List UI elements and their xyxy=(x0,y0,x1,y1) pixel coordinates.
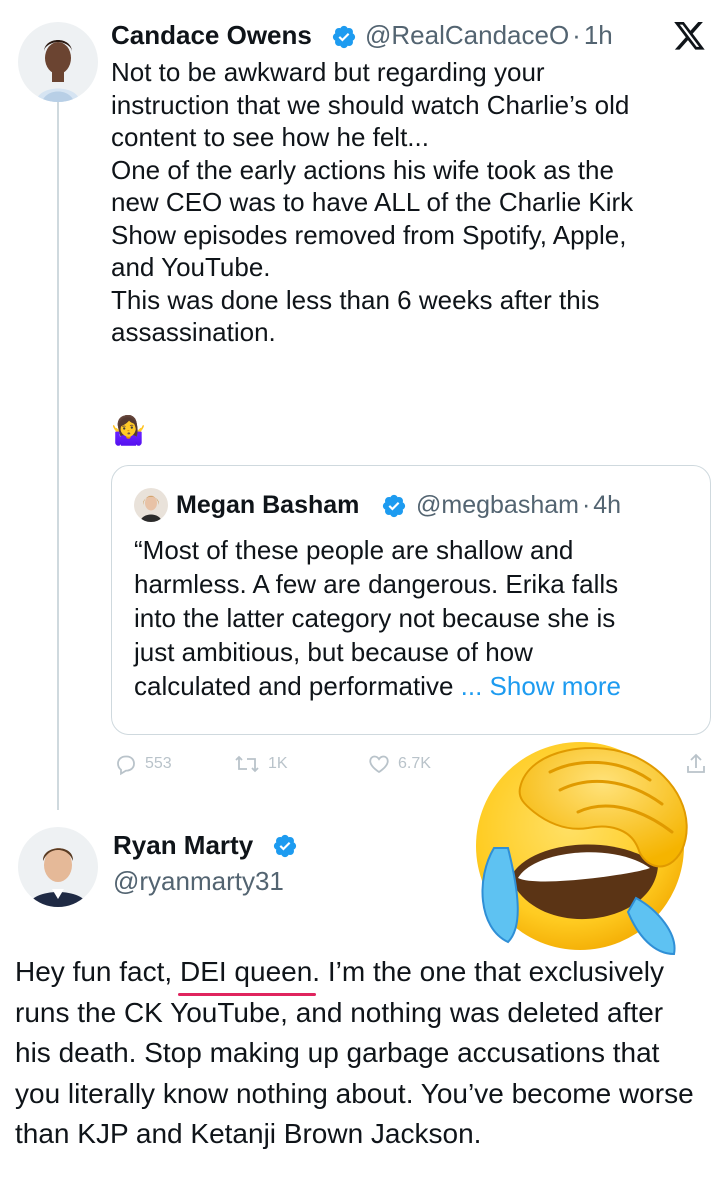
quote-time[interactable]: 4h xyxy=(593,491,621,519)
thread-line xyxy=(57,98,59,810)
reply-count: 553 xyxy=(145,755,172,772)
x-logo-icon[interactable] xyxy=(674,22,706,56)
reply-text-before: Hey fun fact, xyxy=(15,956,180,987)
tweet-author-name[interactable]: Candace Owens xyxy=(111,20,312,51)
like-count: 6.7K xyxy=(398,755,431,772)
show-more-link[interactable]: ... Show more xyxy=(461,671,621,701)
reply-icon xyxy=(113,752,139,776)
quote-meta: @megbasham · 4h xyxy=(416,491,621,520)
quote-author-name[interactable]: Megan Basham xyxy=(176,491,359,520)
meta-separator: · xyxy=(572,20,581,50)
reply-text: Hey fun fact, DEI queen. I’m the one tha… xyxy=(15,952,695,1155)
tweet-text: Not to be awkward but regarding your ins… xyxy=(111,57,634,347)
tweet-emoji: 🤷‍♀️ xyxy=(111,415,146,446)
heart-icon xyxy=(366,752,392,776)
quote-line: harmless. A few are dangerous. Erika fal… xyxy=(134,569,619,599)
quote-line: into the latter category not because she… xyxy=(134,603,616,633)
face-palm-crying-laughing-emoji xyxy=(468,728,700,960)
underlined-phrase: DEI queen xyxy=(177,952,317,995)
avatar-candace[interactable] xyxy=(18,22,98,102)
quote-author-handle[interactable]: @megbasham xyxy=(416,491,579,519)
reply-author-handle[interactable]: @ryanmarty31 xyxy=(113,866,284,897)
quote-line: just ambitious, but because of how xyxy=(134,637,533,667)
avatar-megan[interactable] xyxy=(134,488,168,522)
tweet-meta: @RealCandaceO · 1h xyxy=(365,20,613,51)
quote-line-last: calculated and performative ... Show mor… xyxy=(134,669,699,703)
verified-badge-icon xyxy=(331,24,357,50)
avatar-ryan[interactable] xyxy=(18,827,98,907)
quote-line: calculated and performative xyxy=(134,671,461,701)
quote-text: “Most of these people are shallow and ha… xyxy=(134,533,699,703)
tweet-time[interactable]: 1h xyxy=(584,20,613,50)
reply-action[interactable]: 553 xyxy=(113,752,172,776)
quote-verified-badge-icon xyxy=(381,493,407,519)
tweet-author-handle[interactable]: @RealCandaceO xyxy=(365,20,569,50)
quote-meta-separator: · xyxy=(581,491,591,519)
quote-line: “Most of these people are shallow and xyxy=(134,535,574,565)
reply-verified-badge-icon xyxy=(272,833,298,859)
repost-action[interactable]: 1K xyxy=(232,752,288,776)
repost-count: 1K xyxy=(268,755,288,772)
reply-author-name[interactable]: Ryan Marty xyxy=(113,830,253,861)
repost-icon xyxy=(232,752,262,776)
like-action[interactable]: 6.7K xyxy=(366,752,431,776)
